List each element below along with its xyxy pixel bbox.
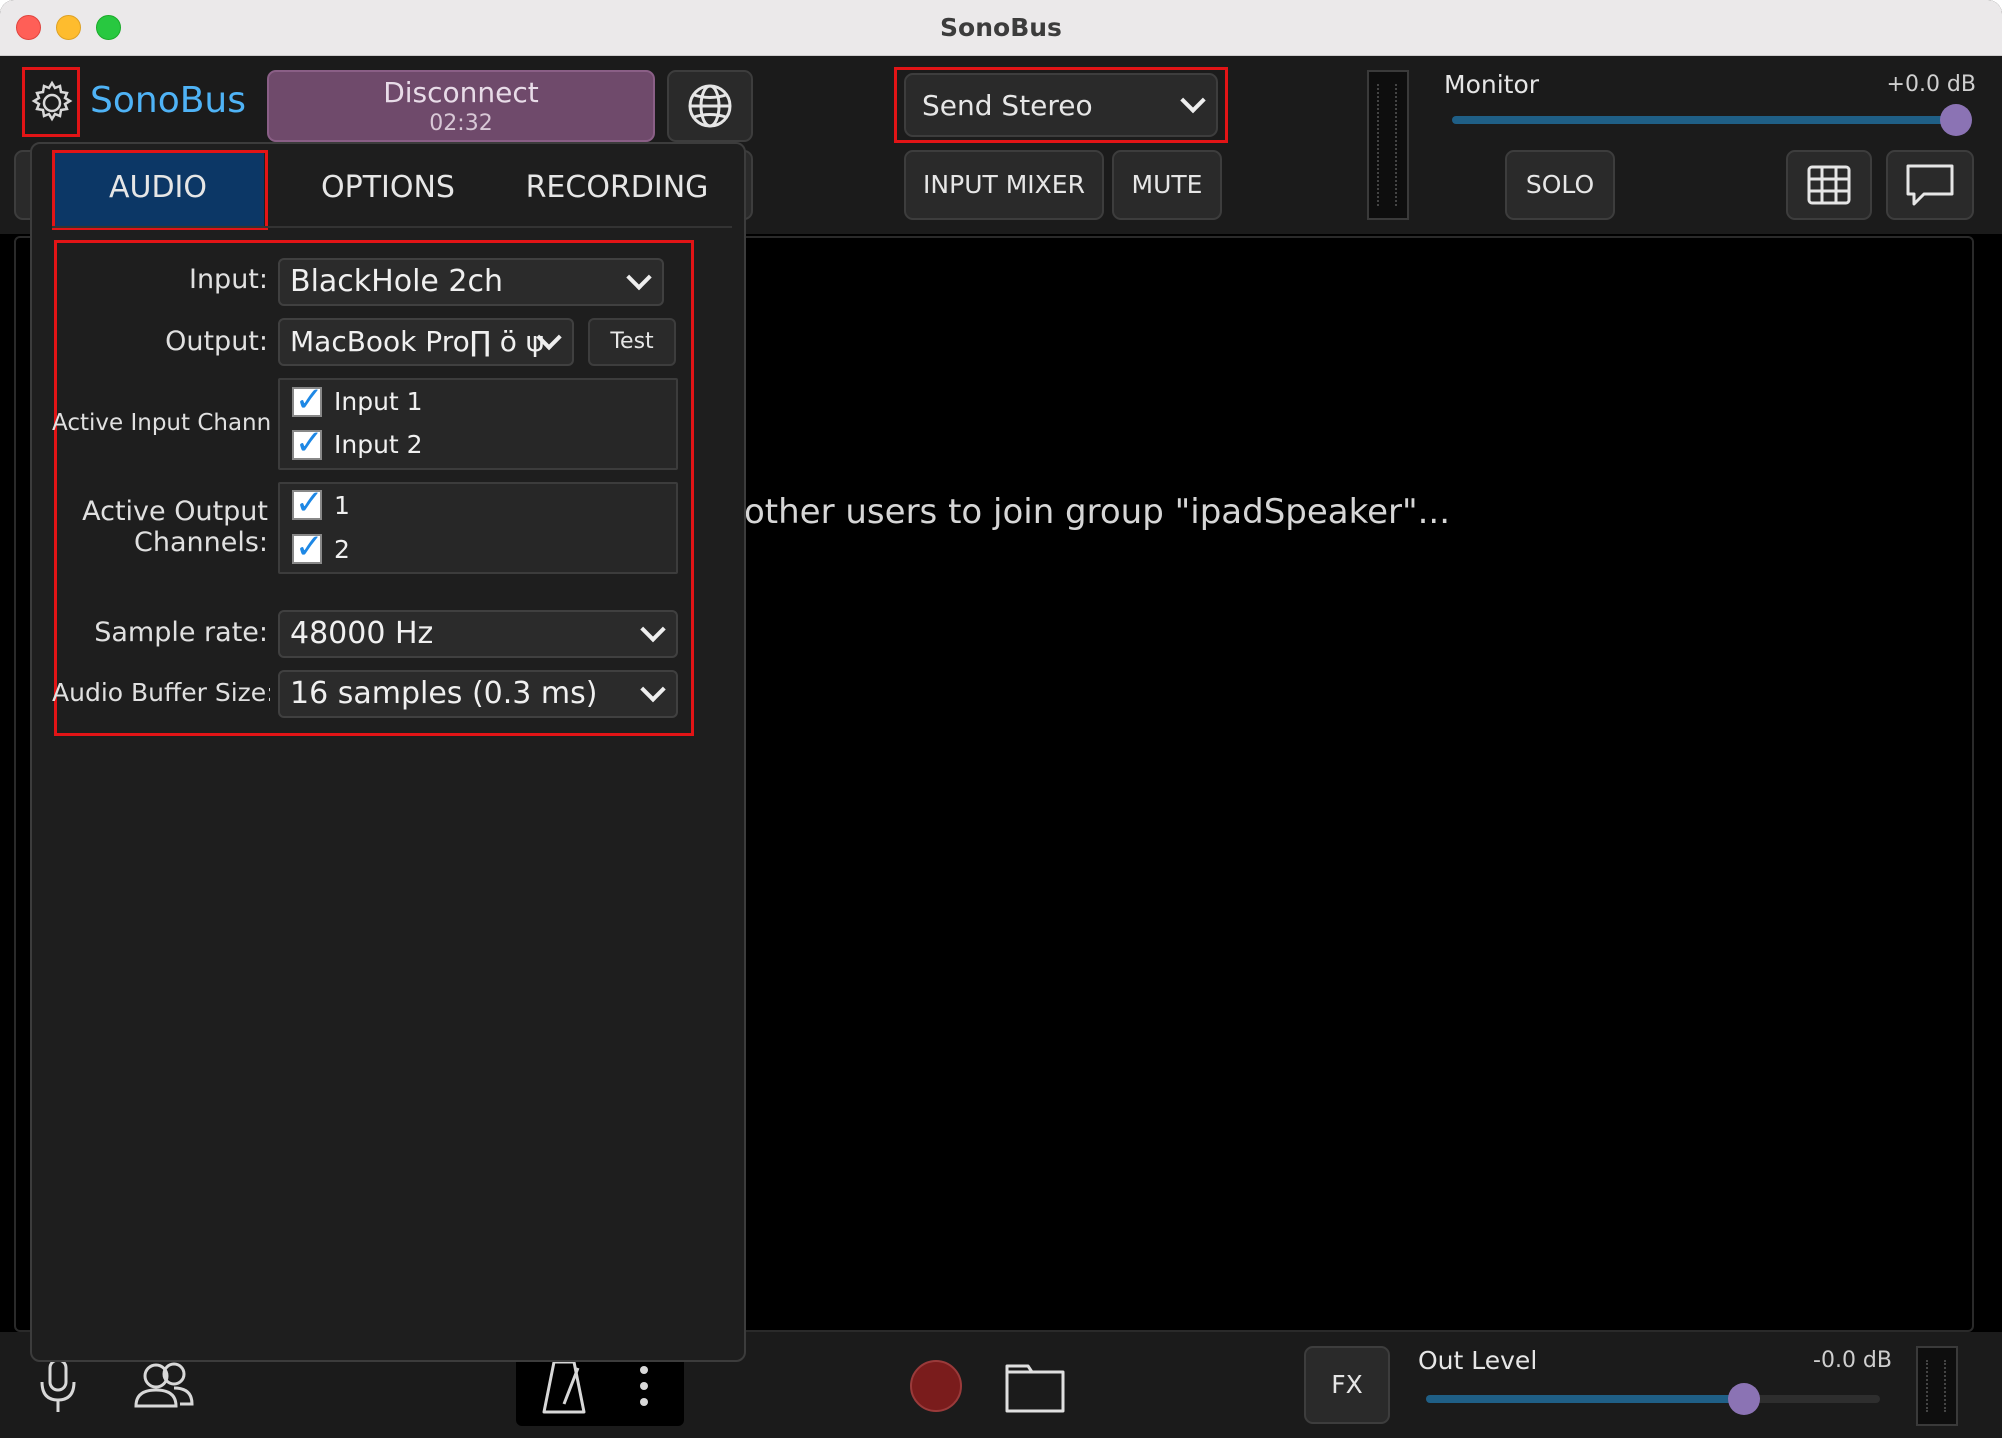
send-mode-select[interactable]: Send Stereo: [904, 73, 1218, 137]
disconnect-label: Disconnect: [383, 76, 539, 109]
chevron-down-icon: [640, 616, 666, 643]
output-device-label: Output:: [165, 326, 268, 357]
out-level-slider-thumb[interactable]: [1727, 1383, 1760, 1415]
input-1-checkbox[interactable]: ✓: [292, 383, 324, 417]
buffer-size-label: Audio Buffer Size:: [52, 678, 270, 707]
sonobus-window: SonoBus SonoBus Disconnect 02:32 Send St…: [0, 0, 2002, 1438]
output-2-label: 2: [334, 535, 350, 564]
output-device-select[interactable]: MacBook Pro∏ ö ψ: [278, 318, 574, 366]
microphone-icon: [40, 1358, 76, 1412]
vertical-dots-icon: [640, 1366, 648, 1406]
tab-recording[interactable]: RECORDING: [500, 150, 734, 226]
more-options-button[interactable]: [624, 1362, 664, 1412]
metronome-button[interactable]: [540, 1358, 588, 1416]
active-output-channels-label-2: Channels:: [133, 527, 268, 558]
test-output-button[interactable]: Test: [588, 318, 676, 366]
monitor-slider-thumb[interactable]: [1940, 104, 1972, 136]
sample-rate-select[interactable]: 48000 Hz: [278, 610, 678, 658]
input-device-select[interactable]: BlackHole 2ch: [278, 258, 664, 306]
input-2-label: Input 2: [334, 430, 423, 459]
buffer-size-select[interactable]: 16 samples (0.3 ms): [278, 670, 678, 718]
monitor-label: Monitor: [1444, 70, 1540, 99]
tab-divider: [52, 226, 732, 228]
disconnect-button[interactable]: Disconnect 02:32: [267, 70, 655, 142]
checkmark-icon: ✓: [295, 380, 324, 420]
input-mixer-button[interactable]: INPUT MIXER: [904, 150, 1104, 220]
globe-icon: [688, 84, 732, 128]
output-level-meter: [1916, 1346, 1958, 1426]
out-level-label: Out Level: [1418, 1346, 1538, 1375]
input-device-label: Input:: [188, 264, 268, 295]
layout-grid-button[interactable]: [1786, 150, 1872, 220]
output-1-label: 1: [334, 491, 350, 520]
input-2-checkbox[interactable]: ✓: [292, 426, 324, 460]
monitor-value: +0.0 dB: [1886, 72, 1976, 97]
folder-icon: [1005, 1364, 1065, 1413]
group-connect-button[interactable]: [667, 70, 753, 142]
settings-button[interactable]: [22, 67, 80, 137]
app-name: SonoBus: [90, 80, 246, 121]
peer-mix-button[interactable]: [128, 1358, 200, 1414]
checkmark-icon: ✓: [295, 423, 324, 463]
connection-time: 02:32: [429, 111, 493, 136]
out-level-value: -0.0 dB: [1813, 1348, 1892, 1373]
tab-audio-highlight: [52, 150, 268, 230]
chevron-down-icon: [1180, 87, 1206, 114]
chevron-down-icon: [626, 264, 652, 291]
fx-button[interactable]: FX: [1304, 1346, 1390, 1424]
recordings-folder-button[interactable]: [1004, 1360, 1066, 1414]
chevron-down-icon: [640, 676, 666, 703]
monitor-slider-track[interactable]: [1452, 116, 1956, 124]
checkmark-icon: ✓: [295, 483, 324, 523]
sample-rate-value: 48000 Hz: [290, 616, 434, 651]
output-device-value: MacBook Pro∏ ö ψ: [290, 325, 545, 358]
input-level-meter: [1367, 70, 1409, 220]
out-level-slider-fill: [1426, 1395, 1744, 1403]
metronome-icon: [542, 1360, 586, 1414]
checkmark-icon: ✓: [295, 527, 324, 567]
tab-options[interactable]: OPTIONS: [282, 150, 494, 226]
waiting-message: other users to join group "ipadSpeaker".…: [744, 492, 1451, 532]
gear-icon: [31, 80, 73, 122]
window-title: SonoBus: [940, 13, 1062, 42]
input-device-value: BlackHole 2ch: [290, 264, 504, 299]
buffer-size-value: 16 samples (0.3 ms): [290, 676, 598, 711]
input-settings-button[interactable]: [32, 1356, 84, 1416]
active-output-channels-label: Active Output: [82, 496, 268, 527]
send-mode-value: Send Stereo: [922, 89, 1093, 122]
solo-button[interactable]: SOLO: [1505, 150, 1615, 220]
mute-button[interactable]: MUTE: [1112, 150, 1222, 220]
record-button[interactable]: [910, 1360, 962, 1412]
users-icon: [134, 1362, 194, 1408]
chat-bubble-icon: [1906, 164, 1954, 206]
active-input-channels-label: Active Input Channels:: [52, 410, 270, 436]
sample-rate-label: Sample rate:: [94, 617, 268, 648]
chat-button[interactable]: [1886, 150, 1974, 220]
out-level-slider-track[interactable]: [1426, 1395, 1880, 1403]
grid-icon: [1807, 165, 1851, 205]
output-2-checkbox[interactable]: ✓: [292, 530, 324, 564]
input-1-label: Input 1: [334, 387, 423, 416]
output-1-checkbox[interactable]: ✓: [292, 486, 324, 520]
